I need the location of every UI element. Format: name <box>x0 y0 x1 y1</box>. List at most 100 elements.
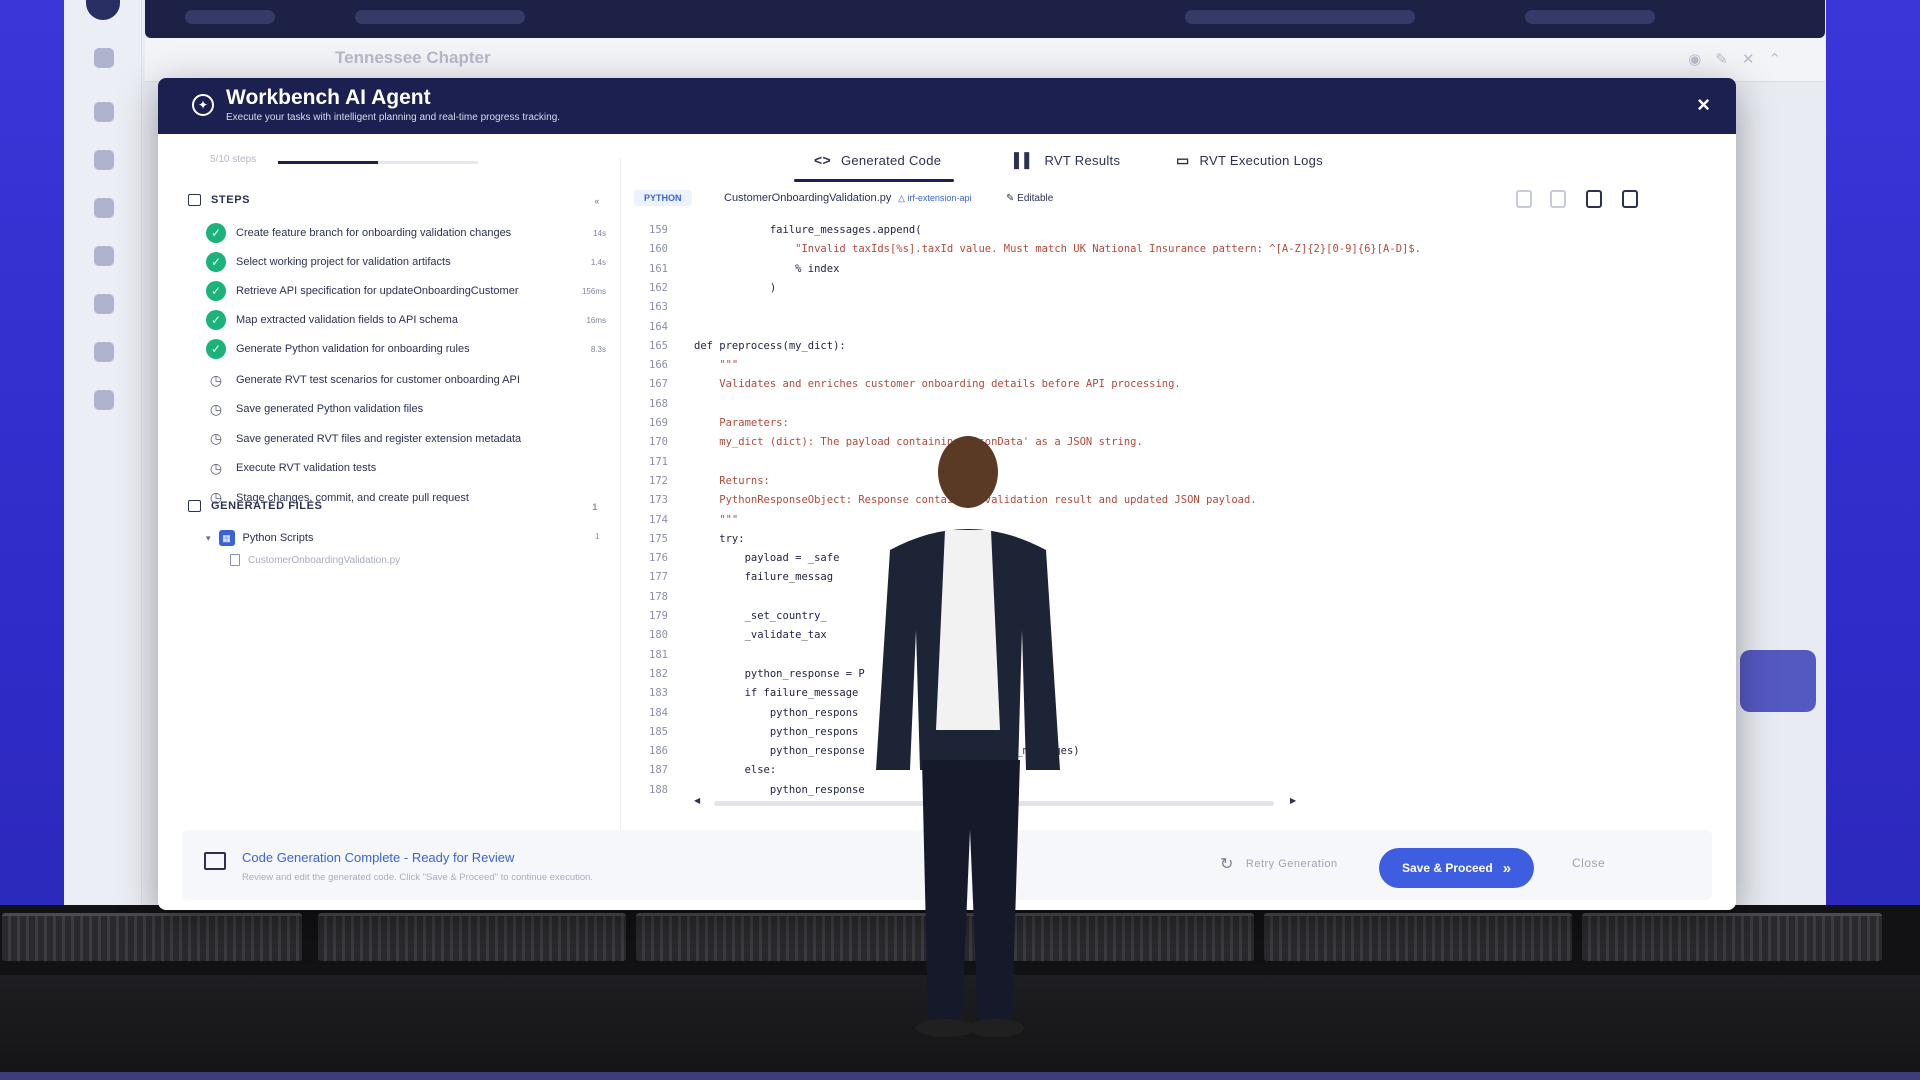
tab-rvt-execution-logs[interactable]: ▭ RVT Execution Logs <box>1176 152 1323 169</box>
save-label: Save & Proceed <box>1401 861 1493 875</box>
code-text: _set_country_ <box>694 610 827 622</box>
code-line[interactable]: 178 <box>628 591 1688 607</box>
tab-rvt-results[interactable]: ▌▌ RVT Results <box>1014 152 1120 168</box>
collapse-icon[interactable]: « <box>594 196 600 206</box>
line-number: 160 <box>649 243 668 256</box>
scroll-right-icon[interactable]: ▶ <box>1290 796 1296 805</box>
modal-subtitle: Execute your tasks with intelligent plan… <box>226 112 561 123</box>
step-duration: 156ms <box>581 286 606 296</box>
code-line[interactable]: 174 """ <box>628 514 1688 530</box>
code-line[interactable]: 187 else: <box>628 764 1688 780</box>
active-tab-indicator <box>794 179 954 182</box>
copy-icon[interactable] <box>1622 190 1638 208</box>
horizontal-scrollbar-track[interactable] <box>714 801 1274 806</box>
code-line[interactable]: 175 try: <box>628 533 1688 549</box>
code-line[interactable]: 180 _validate_tax messages) <box>628 629 1688 645</box>
code-line[interactable]: 179 _set_country_ <box>628 610 1688 626</box>
repo-tag[interactable]: △ irf-extension-api <box>898 193 971 204</box>
save-and-proceed-button[interactable]: Save & Proceed » <box>1379 848 1534 888</box>
chevron-down-icon: ▾ <box>206 532 211 543</box>
generated-files-label: GENERATED FILES <box>211 500 323 512</box>
step-item: ✓ Retrieve API specification for updateOn… <box>206 280 606 302</box>
step-duration: 16ms <box>586 315 606 325</box>
code-text: else: <box>694 764 777 777</box>
tab-label: Generated Code <box>840 152 942 168</box>
pencil-icon <box>94 342 114 362</box>
line-number: 161 <box>649 262 668 275</box>
trash-icon[interactable] <box>1586 190 1602 208</box>
line-number: 176 <box>649 552 668 565</box>
code-line[interactable]: 184 python_respons <box>628 707 1688 723</box>
code-line[interactable]: 168 <box>628 398 1688 414</box>
review-icon <box>204 852 226 870</box>
step-label: Execute RVT validation tests <box>236 462 377 475</box>
steps-list-icon <box>188 194 201 206</box>
code-line[interactable]: 160 "Invalid taxIds[%s].taxId value. Mus… <box>628 243 1688 259</box>
code-line[interactable]: 182 python_response = P () <box>628 668 1688 684</box>
code-text: python_respons <box>694 706 859 719</box>
code-line[interactable]: 172 Returns: <box>628 475 1688 491</box>
code-line[interactable]: 171 <box>628 456 1688 472</box>
scroll-left-icon[interactable]: ◀ <box>694 796 700 805</box>
code-line[interactable]: 181 <box>628 649 1688 665</box>
save-icon[interactable] <box>1550 190 1566 208</box>
code-line[interactable]: 167 Validates and enriches customer onbo… <box>628 378 1688 394</box>
line-number: 177 <box>649 571 668 584</box>
retry-generation-button[interactable]: ↻ Retry Generation <box>1220 854 1338 874</box>
stage-edge <box>0 1072 1920 1080</box>
undo-icon[interactable] <box>1516 190 1532 208</box>
code-line[interactable]: 165 def preprocess(my_dict): <box>628 340 1688 356</box>
code-text: Validates and enriches customer onboardi… <box>694 378 1181 391</box>
horizontal-scrollbar[interactable]: ◀ ▶ <box>694 796 1324 808</box>
tab-label: RVT Results <box>1044 152 1121 168</box>
gear-icon <box>94 246 114 266</box>
code-text: """ <box>694 359 739 372</box>
code-line[interactable]: 163 <box>628 301 1688 317</box>
code-line[interactable]: 176 payload = _safe <box>628 552 1688 568</box>
code-line[interactable]: 173 PythonResponseObject: Response conta… <box>628 494 1688 510</box>
code-line[interactable]: 159 failure_messages.append( <box>628 224 1688 240</box>
step-duration: 8.3s <box>590 344 606 354</box>
code-line[interactable]: 186 python_response (failure_messages) <box>628 745 1688 761</box>
close-icon[interactable]: × <box>1697 92 1710 118</box>
code-line[interactable]: 164 <box>628 321 1688 337</box>
send-icon <box>94 150 114 170</box>
code-line[interactable]: 161 % index <box>628 263 1688 279</box>
wrench-icon <box>94 294 114 314</box>
code-text: payload = _safe <box>694 552 840 565</box>
step-item: ✓ Map extracted validation fields to API … <box>206 309 606 331</box>
step-item: ◷ Save generated Python validation files <box>206 398 606 420</box>
folder-icon <box>188 500 201 512</box>
check-circle-icon: ✓ <box>206 310 226 330</box>
code-text: my_dict (dict): The payload containing '… <box>694 436 1143 449</box>
panel-divider <box>620 158 621 838</box>
step-label: Generate RVT test scenarios for customer… <box>236 374 520 386</box>
code-editor[interactable]: ▲ 159 failure_messages.append(160 "Inval… <box>628 224 1688 804</box>
line-number: 182 <box>649 667 668 680</box>
line-number: 164 <box>649 320 668 333</box>
generated-files-header[interactable]: GENERATED FILES 1 <box>188 500 598 512</box>
tab-generated-code[interactable]: <> Generated Code <box>814 152 941 168</box>
code-text: Returns: <box>694 474 770 487</box>
code-line[interactable]: 183 if failure_message <box>628 687 1688 703</box>
editable-indicator: ✎ Editable <box>1006 193 1054 204</box>
code-line[interactable]: 166 """ <box>628 359 1688 375</box>
background-app-sidebar <box>64 0 142 915</box>
line-number: 166 <box>649 359 668 372</box>
tab-label: RVT Execution Logs <box>1199 153 1323 168</box>
generated-file-item[interactable]: CustomerOnboardingValidation.py <box>230 554 400 566</box>
background-app-logo <box>86 0 120 20</box>
code-line[interactable]: 170 my_dict (dict): The payload containi… <box>628 436 1688 452</box>
code-line[interactable]: 177 failure_messag <box>628 571 1688 587</box>
step-item: ✓ Select working project for validation a… <box>206 251 606 273</box>
python-scripts-folder[interactable]: ▾ ▦ Python Scripts <box>206 530 313 546</box>
agent-brain-icon: ✦ <box>192 94 214 116</box>
clock-icon: ◷ <box>209 371 223 388</box>
code-text: PythonResponseObject: Response containin… <box>694 494 1257 507</box>
close-button[interactable]: Close <box>1572 856 1605 870</box>
code-line[interactable]: 162 ) <box>628 282 1688 298</box>
code-line[interactable]: 185 python_respons <box>628 726 1688 742</box>
code-text: try: <box>694 532 745 545</box>
line-number: 165 <box>649 339 668 352</box>
code-line[interactable]: 169 Parameters: <box>628 417 1688 433</box>
